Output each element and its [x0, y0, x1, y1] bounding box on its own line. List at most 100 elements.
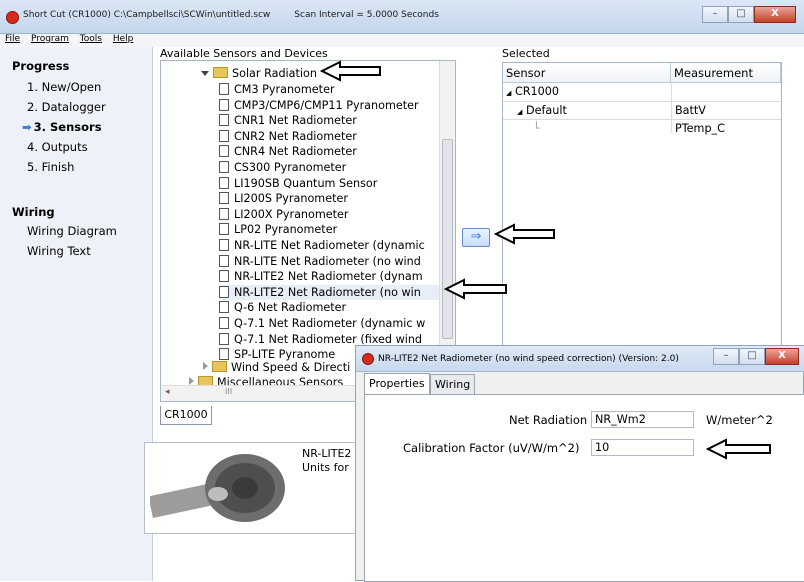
tree-item-sensor[interactable]: LI200S Pyranometer	[219, 191, 348, 206]
table-row[interactable]: ◢ CR1000	[506, 83, 559, 101]
step-new-open[interactable]: 1. New/Open	[27, 80, 101, 94]
tree-item-sensor[interactable]: NR-LITE Net Radiometer (dynamic	[219, 238, 425, 253]
tree-item-sensor[interactable]: Q-6 Net Radiometer	[219, 300, 346, 315]
wiring-diagram-link[interactable]: Wiring Diagram	[27, 224, 117, 238]
sensor-label: CNR2 Net Radiometer	[234, 129, 357, 143]
tree-item-sensor[interactable]: LP02 Pyranometer	[219, 222, 337, 237]
window-controls: – □ X	[702, 6, 796, 23]
folder-label: Solar Radiation	[232, 67, 317, 80]
dialog-minimize-button[interactable]: –	[713, 348, 739, 365]
table-row[interactable]: ◢ Default	[517, 102, 567, 120]
tree-item-sensor[interactable]: CS300 Pyranometer	[219, 160, 346, 175]
tree-folder-solar-radiation[interactable]: Solar Radiation	[201, 66, 317, 81]
step-outputs[interactable]: 4. Outputs	[27, 140, 88, 154]
tree-item-sensor[interactable]: NR-LITE2 Net Radiometer (no win	[219, 284, 439, 300]
document-icon	[219, 270, 229, 283]
tree-item-sensor[interactable]: CNR4 Net Radiometer	[219, 144, 357, 159]
step-finish[interactable]: 5. Finish	[27, 160, 74, 174]
step-datalogger[interactable]: 2. Datalogger	[27, 100, 106, 114]
app-icon	[6, 11, 19, 24]
tree-vertical-scrollbar[interactable]	[439, 61, 455, 387]
tree-folder-wind[interactable]: Wind Speed & Directi	[203, 360, 350, 375]
folder-icon	[212, 361, 227, 372]
tree-item-sensor[interactable]: LI200X Pyranometer	[219, 207, 349, 222]
dialog-title: NR-LITE2 Net Radiometer (no wind speed c…	[378, 354, 679, 364]
menu-tools[interactable]: Tools	[80, 34, 102, 44]
sensor-label: Q-7.1 Net Radiometer (dynamic w	[234, 317, 426, 330]
document-icon	[219, 301, 229, 314]
annotation-arrow-icon	[444, 278, 507, 300]
tree-item-sensor[interactable]: NR-LITE2 Net Radiometer (dynam	[219, 269, 423, 284]
tree-connector: └	[533, 122, 540, 135]
progress-heading: Progress	[12, 59, 70, 73]
measurement-cell[interactable]: BattV	[675, 102, 706, 120]
collapse-icon[interactable]: ◢	[506, 89, 511, 97]
collapse-icon[interactable]	[189, 377, 194, 385]
dialog-app-icon	[362, 353, 374, 365]
calibration-factor-field[interactable]: 10	[591, 439, 694, 456]
menu-help[interactable]: Help	[113, 34, 134, 44]
net-radiation-label: Net Radiation	[509, 413, 588, 427]
sensor-properties-dialog: NR-LITE2 Net Radiometer (no wind speed c…	[355, 345, 804, 582]
close-button[interactable]: X	[754, 6, 796, 23]
tab-wiring[interactable]: Wiring	[430, 374, 476, 394]
sensor-label: CMP3/CMP6/CMP11 Pyranometer	[234, 98, 419, 112]
document-icon	[219, 145, 229, 158]
wiring-text-link[interactable]: Wiring Text	[27, 244, 91, 258]
annotation-arrow-icon	[494, 223, 555, 245]
sensor-photo	[150, 454, 285, 522]
scroll-left-icon[interactable]: ◂	[165, 387, 170, 397]
document-icon	[219, 332, 229, 345]
menu-file[interactable]: File	[5, 34, 20, 44]
menu-program[interactable]: Program	[31, 34, 69, 44]
scroll-thumb-grip[interactable]: III	[225, 387, 232, 396]
sensor-label: LI200X Pyranometer	[234, 207, 349, 221]
net-radiation-field[interactable]: NR_Wm2	[591, 411, 694, 428]
tree-item-sensor[interactable]: CMP3/CMP6/CMP11 Pyranometer	[219, 98, 419, 113]
step-sensors-label: 3. Sensors	[33, 120, 102, 134]
sensor-label: NR-LITE Net Radiometer (dynamic	[234, 239, 425, 252]
description-line: Units for	[302, 461, 349, 474]
column-header-measurement[interactable]: Measurement	[671, 63, 781, 83]
sensor-label: NR-LITE2 Net Radiometer (dynam	[234, 270, 423, 284]
tab-cr1000[interactable]: CR1000	[160, 406, 212, 425]
properties-panel: Net Radiation NR_Wm2 W/meter^2 Calibrati…	[364, 394, 804, 582]
document-icon	[219, 317, 229, 329]
document-icon	[219, 83, 229, 95]
selected-label: Selected	[502, 47, 550, 60]
scan-interval: Scan Interval = 5.0000 Seconds	[294, 10, 439, 20]
folder-icon	[213, 67, 228, 78]
sensor-label: Q-7.1 Net Radiometer (fixed wind	[234, 332, 423, 346]
document-icon	[219, 129, 229, 142]
tree-item-sensor[interactable]: Q-7.1 Net Radiometer (dynamic w	[219, 316, 425, 331]
dialog-window-controls: – □ X	[713, 348, 799, 365]
document-icon	[219, 223, 229, 236]
tree-item-sensor[interactable]: CNR2 Net Radiometer	[219, 129, 357, 144]
document-icon	[219, 348, 229, 361]
tree-item-sensor[interactable]: LI190SB Quantum Sensor	[219, 176, 377, 191]
maximize-button[interactable]: □	[728, 6, 754, 23]
tree-item-sensor[interactable]: NR-LITE Net Radiometer (no wind	[219, 254, 421, 269]
available-sensors-label: Available Sensors and Devices	[160, 47, 328, 60]
measurement-cell[interactable]: PTemp_C	[675, 120, 725, 138]
sensor-cell: CR1000	[514, 85, 560, 98]
collapse-icon[interactable]	[203, 362, 208, 370]
step-sensors[interactable]: ➡ 3. Sensors	[22, 120, 102, 134]
minimize-button[interactable]: –	[702, 6, 728, 23]
sensor-label: CS300 Pyranometer	[234, 161, 347, 174]
expand-icon[interactable]	[201, 71, 209, 76]
dialog-maximize-button[interactable]: □	[739, 348, 765, 365]
document-icon	[219, 114, 229, 127]
dialog-close-button[interactable]: X	[765, 348, 799, 365]
column-header-sensor[interactable]: Sensor	[503, 63, 671, 83]
tab-properties[interactable]: Properties	[364, 373, 430, 395]
tree-item-sensor[interactable]: CM3 Pyranometer	[219, 82, 335, 97]
sensor-label: NR-LITE Net Radiometer (no wind	[234, 254, 421, 268]
add-sensor-button[interactable]: ⇒	[462, 228, 490, 247]
sensor-label: Q-6 Net Radiometer	[234, 301, 347, 315]
tree-item-sensor[interactable]: CNR1 Net Radiometer	[219, 113, 357, 128]
annotation-arrow-icon	[320, 60, 381, 82]
scrollbar-thumb[interactable]	[442, 139, 453, 339]
collapse-icon[interactable]: ◢	[517, 108, 522, 116]
sensor-description: NR-LITE2 Units for	[302, 447, 356, 475]
